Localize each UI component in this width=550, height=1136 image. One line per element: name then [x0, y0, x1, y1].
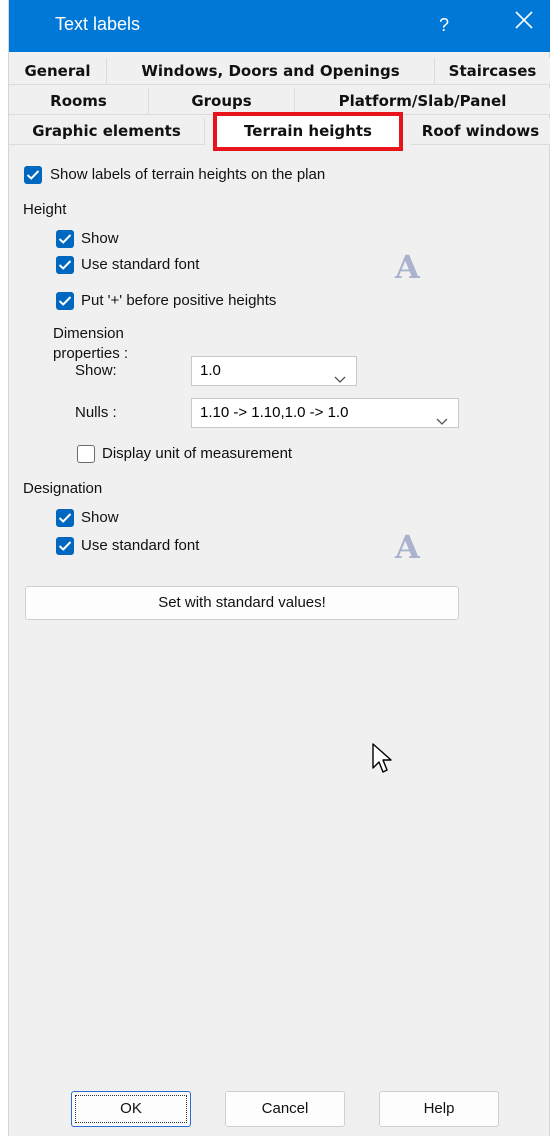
dimension-show-value: 1.0 — [200, 362, 221, 379]
help-question-button[interactable]: ? — [429, 10, 459, 40]
nulls-select[interactable]: 1.10 -> 1.10,1.0 -> 1.0 — [191, 398, 459, 428]
designation-heading: Designation — [23, 480, 103, 497]
height-show-checkbox[interactable] — [56, 230, 74, 248]
put-plus-label: Put '+' before positive heights — [81, 292, 277, 309]
show-labels-checkbox[interactable] — [24, 166, 42, 184]
tab-rooms[interactable]: Rooms — [9, 88, 149, 115]
chevron-down-icon — [436, 408, 448, 436]
close-icon[interactable] — [509, 10, 539, 40]
tab-roof-windows[interactable]: Roof windows — [411, 118, 550, 145]
put-plus-checkbox[interactable] — [56, 292, 74, 310]
height-standard-font-checkbox[interactable] — [56, 256, 74, 274]
cancel-button[interactable]: Cancel — [225, 1091, 345, 1127]
show-labels-label: Show labels of terrain heights on the pl… — [50, 166, 326, 183]
tab-staircases[interactable]: Staircases — [435, 58, 550, 85]
dimension-properties-heading-line2: properties : — [53, 345, 129, 362]
designation-font-icon[interactable]: A — [395, 528, 420, 566]
designation-show-label: Show — [81, 509, 119, 526]
title-bar: Text labels ? — [9, 0, 550, 52]
mouse-pointer-icon — [371, 742, 397, 780]
height-heading: Height — [23, 201, 67, 218]
tab-windows-doors-openings[interactable]: Windows, Doors and Openings — [107, 58, 435, 85]
dimension-show-label: Show: — [75, 362, 117, 379]
height-standard-font-label: Use standard font — [81, 256, 200, 273]
dimension-properties-heading-line1: Dimension — [53, 325, 124, 342]
designation-standard-font-checkbox[interactable] — [56, 537, 74, 555]
chevron-down-icon — [334, 366, 346, 394]
display-unit-checkbox[interactable] — [77, 445, 95, 463]
tab-terrain-heights[interactable]: Terrain heights — [213, 112, 403, 151]
help-button[interactable]: Help — [379, 1091, 499, 1127]
designation-standard-font-label: Use standard font — [81, 537, 200, 554]
tab-general[interactable]: General — [9, 58, 107, 85]
display-unit-label: Display unit of measurement — [102, 445, 293, 462]
nulls-value: 1.10 -> 1.10,1.0 -> 1.0 — [200, 404, 349, 421]
height-show-label: Show — [81, 230, 119, 247]
nulls-label: Nulls : — [75, 404, 117, 421]
height-font-icon[interactable]: A — [395, 248, 420, 286]
tab-graphic-elements[interactable]: Graphic elements — [9, 118, 205, 145]
ok-label: OK — [120, 1100, 142, 1117]
ok-button[interactable]: OK — [71, 1091, 191, 1127]
designation-show-checkbox[interactable] — [56, 509, 74, 527]
window-title: Text labels — [55, 14, 141, 34]
text-labels-dialog: Text labels ? General Windows, Doors and… — [8, 0, 550, 1136]
tab-groups[interactable]: Groups — [149, 88, 295, 115]
tab-platform-slab-panel[interactable]: Platform/Slab/Panel — [295, 88, 550, 115]
set-standard-values-button[interactable]: Set with standard values! — [25, 586, 459, 620]
dimension-show-select[interactable]: 1.0 — [191, 356, 357, 386]
